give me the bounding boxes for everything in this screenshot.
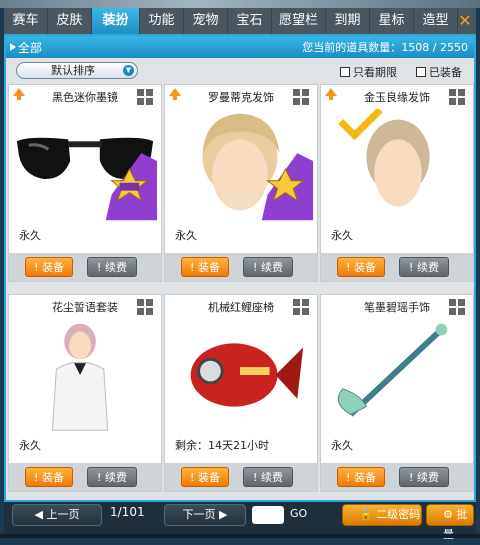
- equip-button[interactable]: ! 装备: [337, 467, 385, 487]
- hair-accessory-icon: [338, 109, 430, 207]
- item-card[interactable]: 黑色迷你墨镜 永久 ! 装备 ! 续费: [8, 84, 162, 282]
- equip-button-label: 装备: [197, 471, 220, 484]
- renew-button-label: 续费: [260, 261, 283, 274]
- details-grid-icon[interactable]: [449, 299, 465, 315]
- equip-button-label: 装备: [353, 471, 376, 484]
- pager-bar: ◀ 上一页 1/101 下一页 ▶ GO 🔒 二级密码 ⚙ 批量: [4, 502, 476, 541]
- equip-button-label: 装备: [353, 261, 376, 274]
- fish-seat-icon: [190, 343, 304, 407]
- tab-starred[interactable]: 星标: [370, 8, 414, 34]
- checkbox-icon: [340, 67, 350, 77]
- item-action-bar: ! 装备 ! 续费: [9, 253, 161, 281]
- bottom-decoration: [0, 534, 480, 538]
- expiring-only-label: 只看期限: [353, 66, 397, 79]
- item-action-bar: ! 装备 ! 续费: [9, 463, 161, 491]
- tab-skins[interactable]: 皮肤: [48, 8, 92, 34]
- item-duration: 永久: [175, 229, 197, 242]
- next-page-label: 下一页: [182, 508, 216, 521]
- equip-button[interactable]: ! 装备: [181, 257, 229, 277]
- renew-button-label: 续费: [416, 261, 439, 274]
- prev-page-label: 上一页: [46, 508, 80, 521]
- outfit-icon: [51, 323, 109, 431]
- go-button[interactable]: GO: [290, 507, 307, 520]
- equip-button-label: 装备: [41, 261, 64, 274]
- renew-button[interactable]: ! 续费: [399, 257, 449, 277]
- item-count-label: 您当前的道具数量：: [302, 41, 402, 54]
- chevron-down-icon: ▼: [123, 65, 134, 76]
- equip-button-label: 装备: [197, 261, 220, 274]
- renew-button[interactable]: ! 续费: [87, 467, 137, 487]
- item-action-bar: ! 装备 ! 续费: [321, 253, 473, 281]
- info-bar: 全部 您当前的道具数量：1508 / 2550: [6, 36, 474, 58]
- item-action-bar: ! 装备 ! 续费: [165, 253, 317, 281]
- renew-button[interactable]: ! 续费: [87, 257, 137, 277]
- triangle-right-icon: [10, 43, 16, 51]
- batch-button[interactable]: ⚙ 批量: [426, 504, 474, 541]
- all-filter-label: 全部: [18, 40, 43, 55]
- equip-button-label: 装备: [41, 471, 64, 484]
- tab-cars[interactable]: 赛车: [4, 8, 48, 34]
- filter-row: 默认排序 ▼ 只看期限 已装备: [6, 60, 474, 82]
- renew-button-label: 续费: [104, 471, 127, 484]
- brush-accessory-icon: [337, 323, 448, 417]
- item-card[interactable]: 罗曼蒂克发饰 永久 ! 装备 ! 续费: [164, 84, 318, 282]
- expiring-only-checkbox[interactable]: 只看期限: [340, 64, 397, 80]
- details-grid-icon[interactable]: [449, 89, 465, 105]
- item-duration: 永久: [19, 439, 41, 452]
- item-card[interactable]: 金玉良缘发饰 永久 ! 装备 ! 续费: [320, 84, 474, 282]
- item-card[interactable]: 花尘誓语套装 永久 ! 装备 ! 续费: [8, 294, 162, 492]
- close-icon[interactable]: ✕: [454, 10, 476, 32]
- item-duration: 永久: [19, 229, 41, 242]
- sunglasses-icon: [16, 137, 158, 221]
- inventory-panel: 全部 您当前的道具数量：1508 / 2550 默认排序 ▼ 只看期限 已装备 …: [4, 34, 476, 502]
- page-jump-input[interactable]: [252, 506, 284, 524]
- secondary-password-button[interactable]: 🔒 二级密码: [342, 504, 422, 526]
- renew-button-label: 续费: [104, 261, 127, 274]
- equipped-label: 已装备: [429, 66, 462, 79]
- item-card[interactable]: 笔墨碧瑶手饰 永久 ! 装备 ! 续费: [320, 294, 474, 492]
- renew-button[interactable]: ! 续费: [243, 467, 293, 487]
- equip-button[interactable]: ! 装备: [25, 467, 73, 487]
- details-grid-icon[interactable]: [137, 299, 153, 315]
- prev-page-button[interactable]: ◀ 上一页: [12, 504, 102, 526]
- item-count-value: 1508 / 2550: [401, 41, 468, 54]
- renew-button[interactable]: ! 续费: [399, 467, 449, 487]
- tab-expiring[interactable]: 到期: [326, 8, 370, 34]
- renew-button-label: 续费: [260, 471, 283, 484]
- hair-accessory-icon: [202, 113, 314, 221]
- secondary-password-label: 二级密码: [376, 508, 421, 521]
- sort-dropdown[interactable]: 默认排序 ▼: [16, 62, 138, 79]
- item-count: 您当前的道具数量：1508 / 2550: [302, 39, 468, 55]
- tab-gems[interactable]: 宝石: [228, 8, 272, 34]
- item-duration: 永久: [331, 439, 353, 452]
- item-action-bar: ! 装备 ! 续费: [165, 463, 317, 491]
- item-action-bar: ! 装备 ! 续费: [321, 463, 473, 491]
- equip-button[interactable]: ! 装备: [337, 257, 385, 277]
- tab-functions[interactable]: 功能: [140, 8, 184, 34]
- tab-styles[interactable]: 造型: [414, 8, 458, 34]
- category-tabs: 赛车 皮肤 装扮 功能 宠物 宝石 愿望栏 到期 星标 造型: [4, 8, 476, 34]
- item-duration: 永久: [331, 229, 353, 242]
- page-number: 1/101: [110, 505, 145, 519]
- tab-outfits[interactable]: 装扮: [92, 8, 140, 34]
- item-card[interactable]: 机械红鲤座椅 剩余：14天21小时 ! 装备 ! 续费: [164, 294, 318, 492]
- checkbox-icon: [416, 67, 426, 77]
- item-duration: 剩余：14天21小时: [175, 439, 269, 452]
- renew-button[interactable]: ! 续费: [243, 257, 293, 277]
- tab-pets[interactable]: 宠物: [184, 8, 228, 34]
- window-top-strip: [0, 0, 480, 8]
- equip-button[interactable]: ! 装备: [181, 467, 229, 487]
- equip-button[interactable]: ! 装备: [25, 257, 73, 277]
- equipped-checkbox[interactable]: 已装备: [416, 64, 462, 80]
- details-grid-icon[interactable]: [293, 89, 309, 105]
- sort-dropdown-label: 默认排序: [51, 64, 95, 77]
- tab-wishlist[interactable]: 愿望栏: [272, 8, 326, 34]
- all-filter[interactable]: 全部: [10, 39, 42, 56]
- renew-button-label: 续费: [416, 471, 439, 484]
- details-grid-icon[interactable]: [137, 89, 153, 105]
- details-grid-icon[interactable]: [293, 299, 309, 315]
- next-page-button[interactable]: 下一页 ▶: [164, 504, 246, 526]
